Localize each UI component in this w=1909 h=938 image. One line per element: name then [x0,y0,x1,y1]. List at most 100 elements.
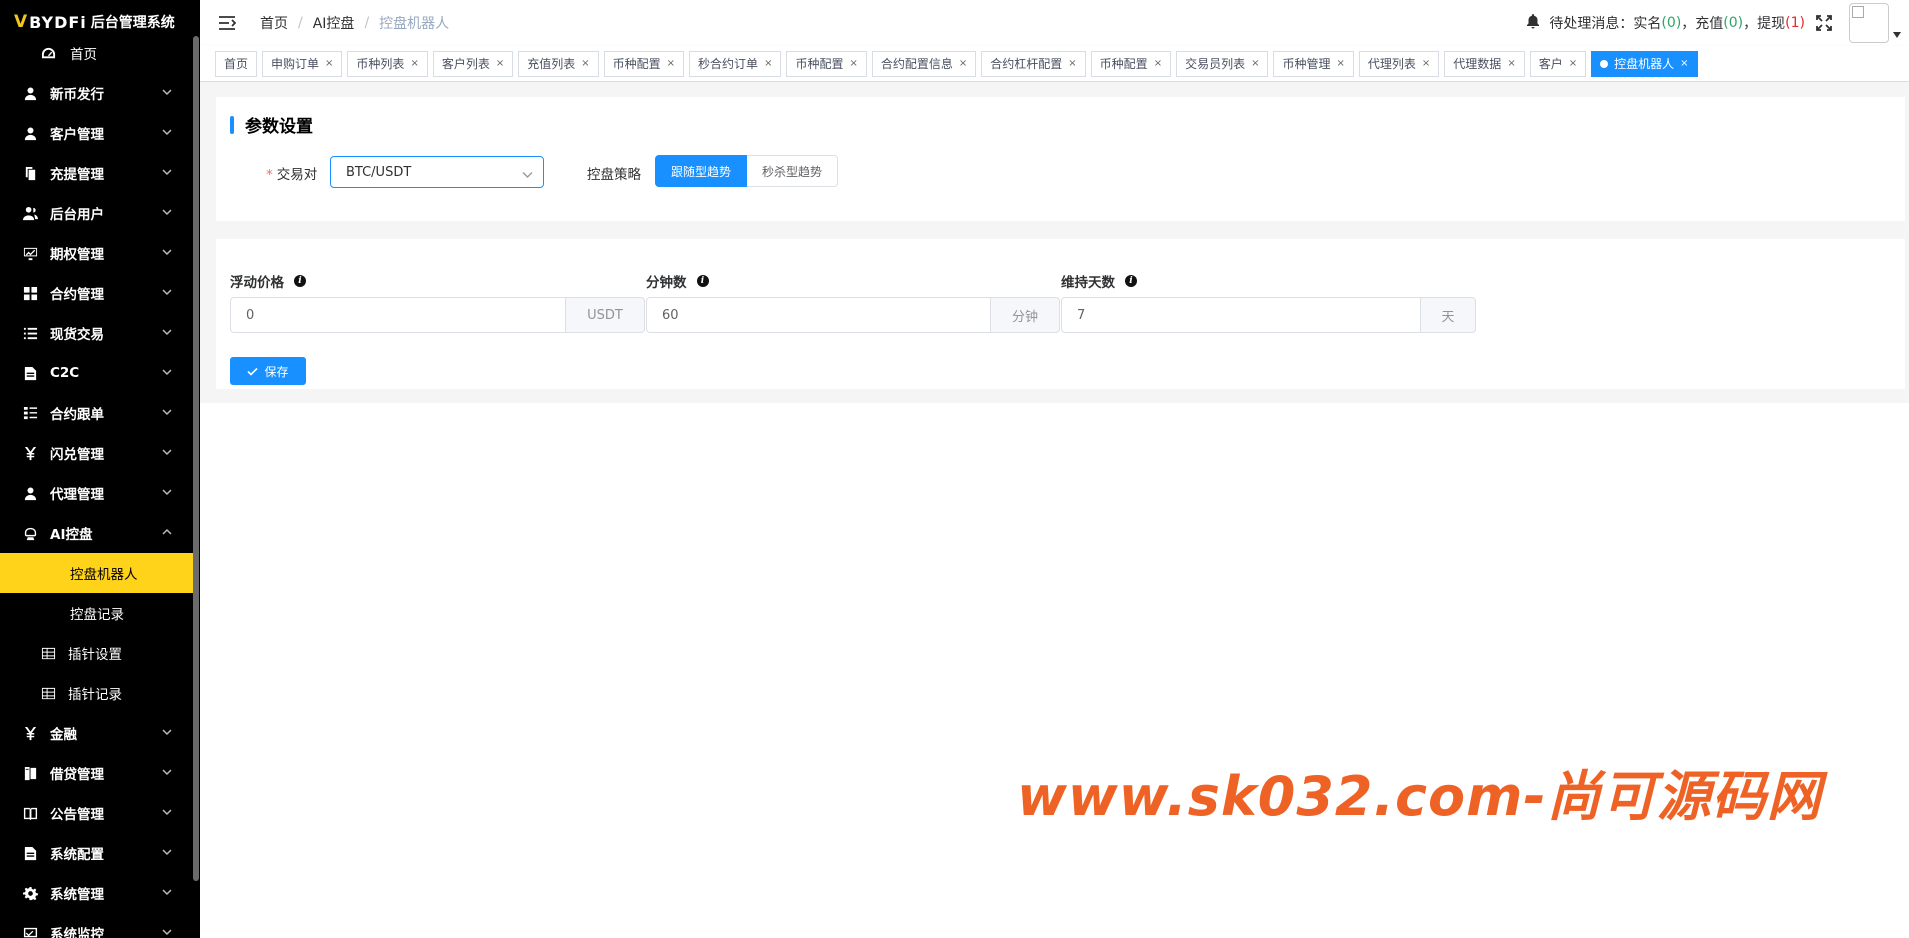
sidebar-item-11[interactable]: AI控盘 [0,513,193,553]
tag-11[interactable]: 交易员列表 × [1176,50,1269,77]
hamburger-icon[interactable] [218,15,237,31]
realname-link[interactable]: 实名 [1633,13,1661,33]
pair-label-text: 交易对 [276,167,318,183]
withdraw-count[interactable]: 1 [1791,15,1800,31]
float-price-unit: USDT [566,297,645,333]
info-icon[interactable]: i [1125,275,1137,287]
section-title: 参数设置 [230,112,313,137]
breadcrumb-ai[interactable]: AI控盘 [313,13,355,33]
close-icon[interactable]: × [1154,58,1162,69]
close-icon[interactable]: × [410,58,418,69]
config-card: 浮动价格 i 0 USDT 分钟数 i 60 分钟 维持天数 i 7 天 保存 [216,239,1905,389]
tag-2[interactable]: 币种列表 × [347,50,428,77]
tag-10[interactable]: 币种配置 × [1090,50,1172,77]
withdraw-link[interactable]: 提现 [1757,13,1785,33]
sidebar-item-2[interactable]: 充提管理 [0,153,193,193]
tag-label: 充值列表 [527,57,576,71]
sidebar-bottom-item-0[interactable]: 金融 [0,713,193,753]
realname-count[interactable]: 0 [1667,15,1676,31]
sidebar-bottom-item-3[interactable]: 系统配置 [0,833,193,873]
pair-select[interactable]: BTC/USDT [330,156,544,188]
close-icon[interactable]: × [1507,58,1515,69]
close-icon[interactable]: × [1569,58,1577,69]
sidebar-subitem-1[interactable]: 控盘记录 [0,593,193,633]
tag-1[interactable]: 申购订单 × [262,50,343,77]
header: 首页 / AI控盘 / 控盘机器人 待处理消息： 实名 ( 0 ) ， 充值 (… [200,0,1909,46]
sidebar-subitem-2[interactable]: 插针设置 [0,633,193,673]
tag-13[interactable]: 代理列表 × [1358,50,1440,77]
sidebar-item-0[interactable]: 新币发行 [0,73,193,113]
tag-9[interactable]: 合约杠杆配置 × [981,50,1086,77]
bell-icon[interactable] [1525,13,1541,33]
sidebar-bottom-item-2[interactable]: 公告管理 [0,793,193,833]
tag-label: 合约配置信息 [880,57,953,71]
save-button[interactable]: 保存 [230,357,306,385]
sidebar-item-5[interactable]: 合约管理 [0,273,193,313]
tag-0[interactable]: 首页 [215,50,258,77]
sidebar-item-label: 合约跟单 [50,407,104,423]
deposit-link[interactable]: 充值 [1695,13,1723,33]
info-icon[interactable]: i [696,275,709,287]
breadcrumb-home[interactable]: 首页 [260,13,288,33]
sidebar-item-home[interactable]: 首页 [0,33,193,73]
logo-brand: BYDFi [29,12,87,32]
sidebar-bottom-item-1[interactable]: 借贷管理 [0,753,193,793]
sidebar-item-label: 公告管理 [50,807,104,823]
close-icon[interactable]: × [1680,58,1688,69]
close-icon[interactable]: × [849,58,857,69]
tag-15[interactable]: 客户 × [1529,50,1587,77]
tag-4[interactable]: 充值列表 × [518,50,599,77]
tag-12[interactable]: 币种管理 × [1273,50,1354,77]
info-icon[interactable]: i [294,275,306,287]
close-icon[interactable]: × [1337,58,1345,69]
minutes-label-text: 分钟数 [646,275,687,291]
doc-icon [22,365,38,381]
breadcrumb-separator: / [298,15,303,31]
minutes-input[interactable]: 60 [646,297,991,333]
deposit-count[interactable]: 0 [1729,15,1738,31]
sidebar-subitem-3[interactable]: 插针记录 [0,673,193,713]
strategy-follow-button[interactable]: 跟随型趋势 [655,155,748,187]
tag-16[interactable]: 控盘机器人 × [1591,50,1698,77]
sidebar-subitem-0[interactable]: 控盘机器人 [0,553,193,593]
sidebar-item-9[interactable]: 闪兑管理 [0,433,193,473]
sidebar-item-3[interactable]: 后台用户 [0,193,193,233]
sidebar-scrollbar[interactable] [193,36,199,881]
caret-down-icon[interactable] [1893,0,1903,46]
avatar[interactable] [1849,3,1889,43]
sidebar-bottom-item-5[interactable]: 系统监控 [0,913,193,938]
tag-3[interactable]: 客户列表 × [432,50,514,77]
list-icon [22,325,38,341]
tag-8[interactable]: 合约配置信息 × [871,50,977,77]
days-input[interactable]: 7 [1061,297,1421,333]
sidebar-item-1[interactable]: 客户管理 [0,113,193,153]
close-icon[interactable]: × [581,58,589,69]
strategy-spike-button[interactable]: 秒杀型趋势 [747,155,839,187]
tag-14[interactable]: 代理数据 × [1444,50,1525,77]
check-icon [247,367,259,376]
sidebar-item-7[interactable]: C2C [0,353,193,393]
close-icon[interactable]: × [764,58,772,69]
close-icon[interactable]: × [1251,58,1259,69]
close-icon[interactable]: × [1422,58,1430,69]
close-icon[interactable]: × [667,58,675,69]
tag-5[interactable]: 币种配置 × [603,50,685,77]
sidebar-bottom-item-4[interactable]: 系统管理 [0,873,193,913]
close-icon[interactable]: × [959,58,967,69]
chevron-down-icon [161,286,173,298]
sidebar-item-4[interactable]: 期权管理 [0,233,193,273]
save-button-label: 保存 [264,364,289,379]
open-book-icon [22,805,38,821]
fullscreen-icon[interactable] [1815,14,1833,32]
tag-6[interactable]: 秒合约订单 × [689,50,782,77]
breadcrumb: 首页 / AI控盘 / 控盘机器人 [260,13,449,33]
close-icon[interactable]: × [325,58,333,69]
close-icon[interactable]: × [496,58,504,69]
tag-7[interactable]: 币种配置 × [786,50,867,77]
sidebar-item-8[interactable]: 合约跟单 [0,393,193,433]
sidebar-item-6[interactable]: 现货交易 [0,313,193,353]
close-icon[interactable]: × [1068,58,1076,69]
sidebar-item-10[interactable]: 代理管理 [0,473,193,513]
notice-prefix: 待处理消息： [1549,16,1634,32]
float-price-input[interactable]: 0 [230,297,566,333]
